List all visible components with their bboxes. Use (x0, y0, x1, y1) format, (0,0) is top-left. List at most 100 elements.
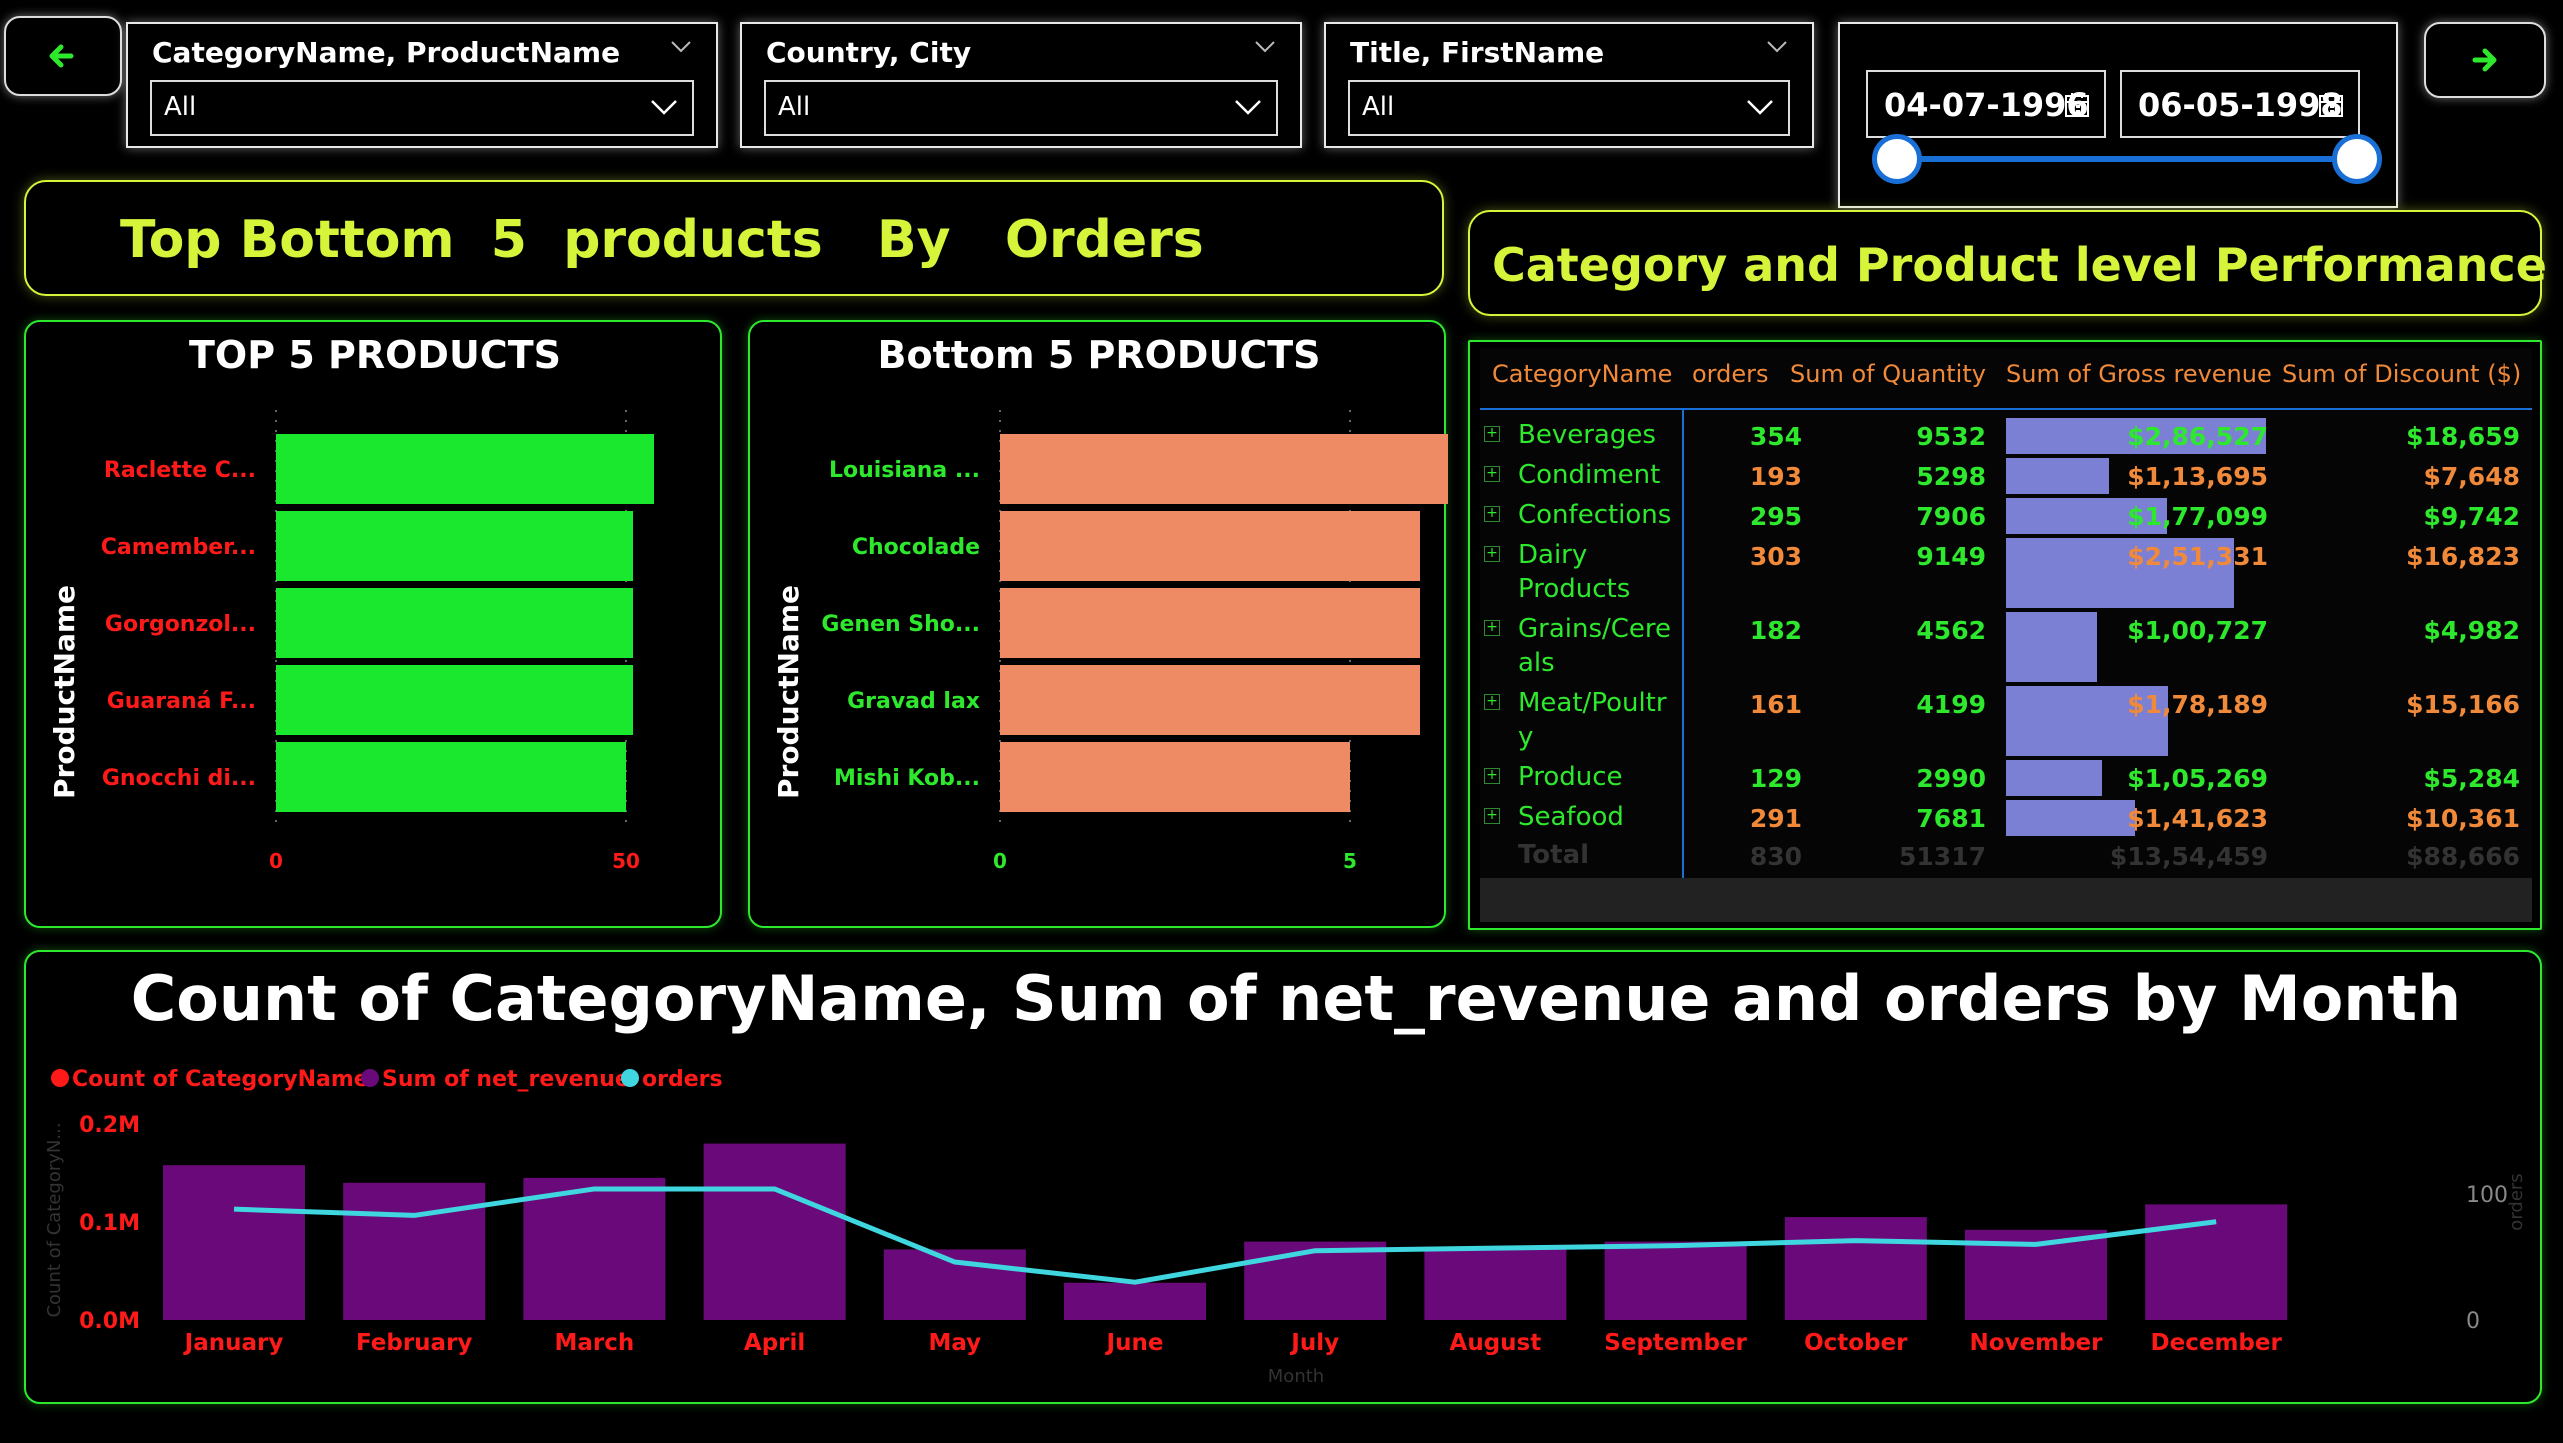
discount-cell: $9,742 (2423, 502, 2520, 531)
quantity-cell: 7906 (1916, 502, 1986, 531)
column-header[interactable]: Sum of Discount ($) (2282, 360, 2521, 388)
slicer-dropdown[interactable]: All (764, 80, 1278, 136)
column-header[interactable]: Sum of Gross revenue (2006, 360, 2272, 388)
y-axis-title: Count of CategoryN... (44, 1122, 65, 1317)
bar (1604, 1241, 1747, 1320)
x-tick-label: August (1450, 1330, 1542, 1356)
date-slider-track[interactable] (1896, 156, 2356, 162)
bar (1000, 434, 1448, 504)
chevron-down-icon[interactable] (1254, 40, 1276, 54)
back-button[interactable] (4, 16, 122, 96)
chevron-down-icon[interactable] (670, 40, 692, 54)
slicer-title: Country, City (766, 36, 972, 69)
orders-cell: 354 (1749, 422, 1802, 451)
expand-icon[interactable]: + (1484, 694, 1500, 710)
gross-revenue-cell: $1,78,189 (2127, 690, 2268, 719)
end-date-input[interactable]: 06-05-1998 (2120, 70, 2360, 138)
table-row[interactable]: + Seafood 291 7681 $1,41,623 $10,361 (1470, 800, 2544, 836)
chevron-down-icon (1235, 100, 1261, 115)
bar (1000, 588, 1420, 658)
category-label: Chocolade (852, 535, 980, 560)
category-performance-title-panel: Category and Product level Performance (1468, 210, 2547, 316)
bar (1424, 1247, 1567, 1320)
x-tick-label: March (555, 1330, 635, 1356)
slicer-value: All (164, 92, 197, 122)
expand-icon[interactable]: + (1484, 768, 1500, 784)
slicer-dropdown[interactable]: All (150, 80, 694, 136)
bar (163, 1165, 305, 1320)
quantity-cell: 9149 (1916, 542, 1986, 571)
orders-cell: 129 (1749, 764, 1802, 793)
quantity-cell: 4199 (1916, 690, 1986, 719)
quantity-cell: 4562 (1916, 616, 1986, 645)
chevron-down-icon[interactable] (1766, 40, 1788, 54)
category-label: Guaraná F... (107, 689, 256, 714)
slicer-title-firstname: Title, FirstName All (1324, 22, 1814, 148)
bar (703, 1143, 846, 1320)
category-label: Genen Sho... (821, 612, 980, 637)
orders-cell: 295 (1749, 502, 1802, 531)
discount-cell: $15,166 (2406, 690, 2520, 719)
gross-revenue-cell: $1,00,727 (2127, 616, 2268, 645)
table-row[interactable]: + Confections 295 7906 $1,77,099 $9,742 (1470, 498, 2544, 534)
bottom5-products-panel: Bottom 5 PRODUCTS ProductName 0 5 Louisiana … (748, 320, 1448, 928)
category-name: Seafood (1518, 802, 1624, 832)
expand-icon[interactable]: + (1484, 546, 1500, 562)
top-bottom-title-panel: Top Bottom 5 products By Orders (24, 180, 1444, 296)
bottom5-chart: Bottom 5 PRODUCTS ProductName 0 5 Louisiana … (772, 333, 1448, 873)
table-row[interactable]: + Dairy Products 303 9149 $2,51,331 $16,823 (1470, 538, 2544, 608)
y2-axis-title: orders (2506, 1173, 2527, 1230)
legend-label: Sum of net_revenue (382, 1067, 630, 1092)
category-name: Condiment (1518, 460, 1661, 490)
table-row[interactable]: + Produce 129 2990 $1,05,269 $5,284 (1470, 760, 2544, 796)
legend-label: orders (642, 1067, 723, 1092)
quantity-cell: 5298 (1916, 462, 1986, 491)
expand-icon[interactable]: + (1484, 426, 1500, 442)
expand-icon[interactable]: + (1484, 466, 1500, 482)
table-row[interactable]: + Beverages 354 9532 $2,86,527 $18,659 (1470, 418, 2544, 454)
bar (1244, 1241, 1387, 1320)
expand-icon[interactable]: + (1484, 808, 1500, 824)
x-tick-label: December (2151, 1330, 2283, 1356)
slicer-title: CategoryName, ProductName (152, 36, 621, 69)
expand-icon[interactable]: + (1484, 620, 1500, 636)
gross-revenue-cell: $1,77,099 (2127, 502, 2268, 531)
section-title: Category and Product level Performance (1492, 238, 2547, 292)
bar (523, 1177, 666, 1320)
calendar-icon[interactable] (2064, 92, 2090, 118)
table-row[interactable]: + Grains/Cere als 182 4562 $1,00,727 $4,982 (1470, 612, 2544, 682)
calendar-icon[interactable] (2318, 92, 2344, 118)
table-row[interactable]: + Meat/Poultr y 161 4199 $1,78,189 $15,166 (1470, 686, 2544, 756)
total-cell: $13,54,459 (2109, 842, 2268, 871)
page-title: Top Bottom 5 products By Orders (120, 210, 1204, 270)
gross-revenue-cell: $2,51,331 (2127, 542, 2268, 571)
x-tick-label: 5 (1343, 849, 1357, 873)
total-cell: $88,666 (2406, 842, 2520, 871)
column-header[interactable]: orders (1692, 360, 1769, 388)
x-tick-label: September (1604, 1330, 1747, 1356)
forward-button[interactable] (2424, 22, 2546, 98)
category-performance-table: CategoryName orders Sum of Quantity Sum of … (1468, 340, 2542, 930)
start-date-input[interactable]: 04-07-1996 (1866, 70, 2106, 138)
date-slider-start-handle[interactable] (1872, 134, 1922, 184)
end-date-value: 06-05-1998 (2138, 86, 2343, 124)
bar (2145, 1204, 2288, 1320)
date-slider-end-handle[interactable] (2332, 134, 2382, 184)
column-header[interactable]: CategoryName (1492, 360, 1672, 388)
discount-cell: $16,823 (2406, 542, 2520, 571)
column-header[interactable]: Sum of Quantity (1790, 360, 1986, 388)
category-name: Meat/Poultr y (1518, 688, 1667, 752)
table-row[interactable]: + Condiment 193 5298 $1,13,695 $7,648 (1470, 458, 2544, 494)
gross-revenue-cell: $2,86,527 (2127, 422, 2268, 451)
slicer-dropdown[interactable]: All (1348, 80, 1790, 136)
bar (276, 434, 654, 504)
bar (276, 742, 626, 812)
slicer-country-city: Country, City All (740, 22, 1302, 148)
bar (1000, 511, 1420, 581)
slicer-category-product: CategoryName, ProductName All (126, 22, 718, 148)
y2-tick-label: 0 (2466, 1309, 2480, 1334)
orders-cell: 161 (1749, 690, 1802, 719)
x-tick-label: May (928, 1330, 981, 1356)
bar (276, 511, 633, 581)
expand-icon[interactable]: + (1484, 506, 1500, 522)
